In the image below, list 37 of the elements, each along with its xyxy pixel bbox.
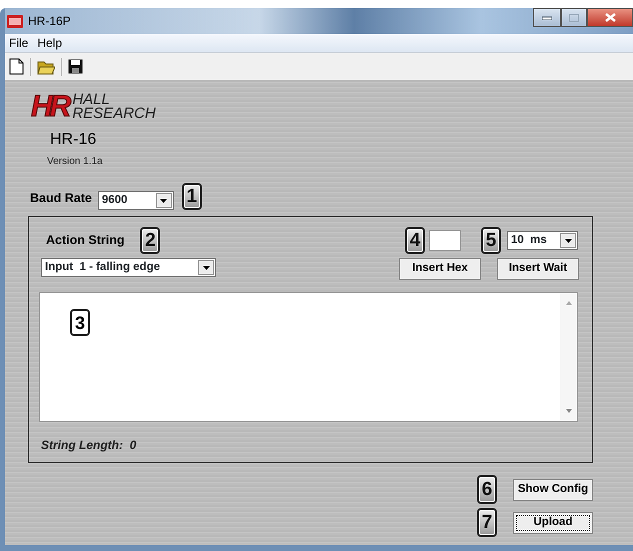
action-button[interactable]: Show Config [513, 478, 593, 500]
scrollbar[interactable] [560, 293, 577, 421]
maximize-button[interactable] [561, 8, 587, 27]
wait-time-dropdown[interactable]: 10 ms [507, 231, 578, 250]
hex-input-field[interactable] [429, 230, 461, 251]
minimize-icon [542, 16, 552, 20]
minimize-button[interactable] [533, 8, 561, 27]
new-file-icon[interactable] [9, 58, 24, 75]
callout-number: 5 [481, 227, 501, 254]
app-icon [7, 14, 23, 28]
callout-number: 2 [140, 227, 160, 254]
action-string-label: Action String [46, 232, 124, 250]
callout-number: 6 [477, 475, 497, 504]
baud-rate-dropdown[interactable]: 9600 [98, 191, 174, 210]
version-text: Version 1.1a [47, 155, 104, 169]
logo-mark: HR [31, 92, 68, 122]
input-event-dropdown[interactable]: Input 1 - falling edge [41, 258, 216, 277]
action-string-editor[interactable]: 3 [39, 292, 578, 422]
action-button[interactable]: Upload [513, 512, 593, 534]
close-icon [604, 13, 616, 22]
menu-item[interactable]: File [9, 34, 28, 52]
open-folder-icon[interactable] [37, 58, 55, 74]
insert-button[interactable]: Insert Hex [399, 258, 481, 280]
window-title: HR-16P [28, 13, 71, 30]
callout-number: 4 [405, 227, 425, 254]
baud-rate-label: Baud Rate [30, 190, 92, 208]
scroll-down-icon[interactable] [566, 409, 572, 413]
menu-item[interactable]: Help [37, 34, 62, 52]
callout-number: 7 [477, 508, 497, 537]
product-name: HR-16 [50, 130, 98, 150]
logo-text: HALL RESEARCH [72, 92, 156, 122]
callout-number: 1 [182, 183, 202, 210]
close-button[interactable] [587, 8, 633, 27]
maximize-icon [569, 14, 579, 22]
insert-button[interactable]: Insert Wait [497, 258, 579, 280]
string-length-text: String Length: 0 [41, 438, 138, 452]
callout-number: 3 [70, 309, 90, 336]
